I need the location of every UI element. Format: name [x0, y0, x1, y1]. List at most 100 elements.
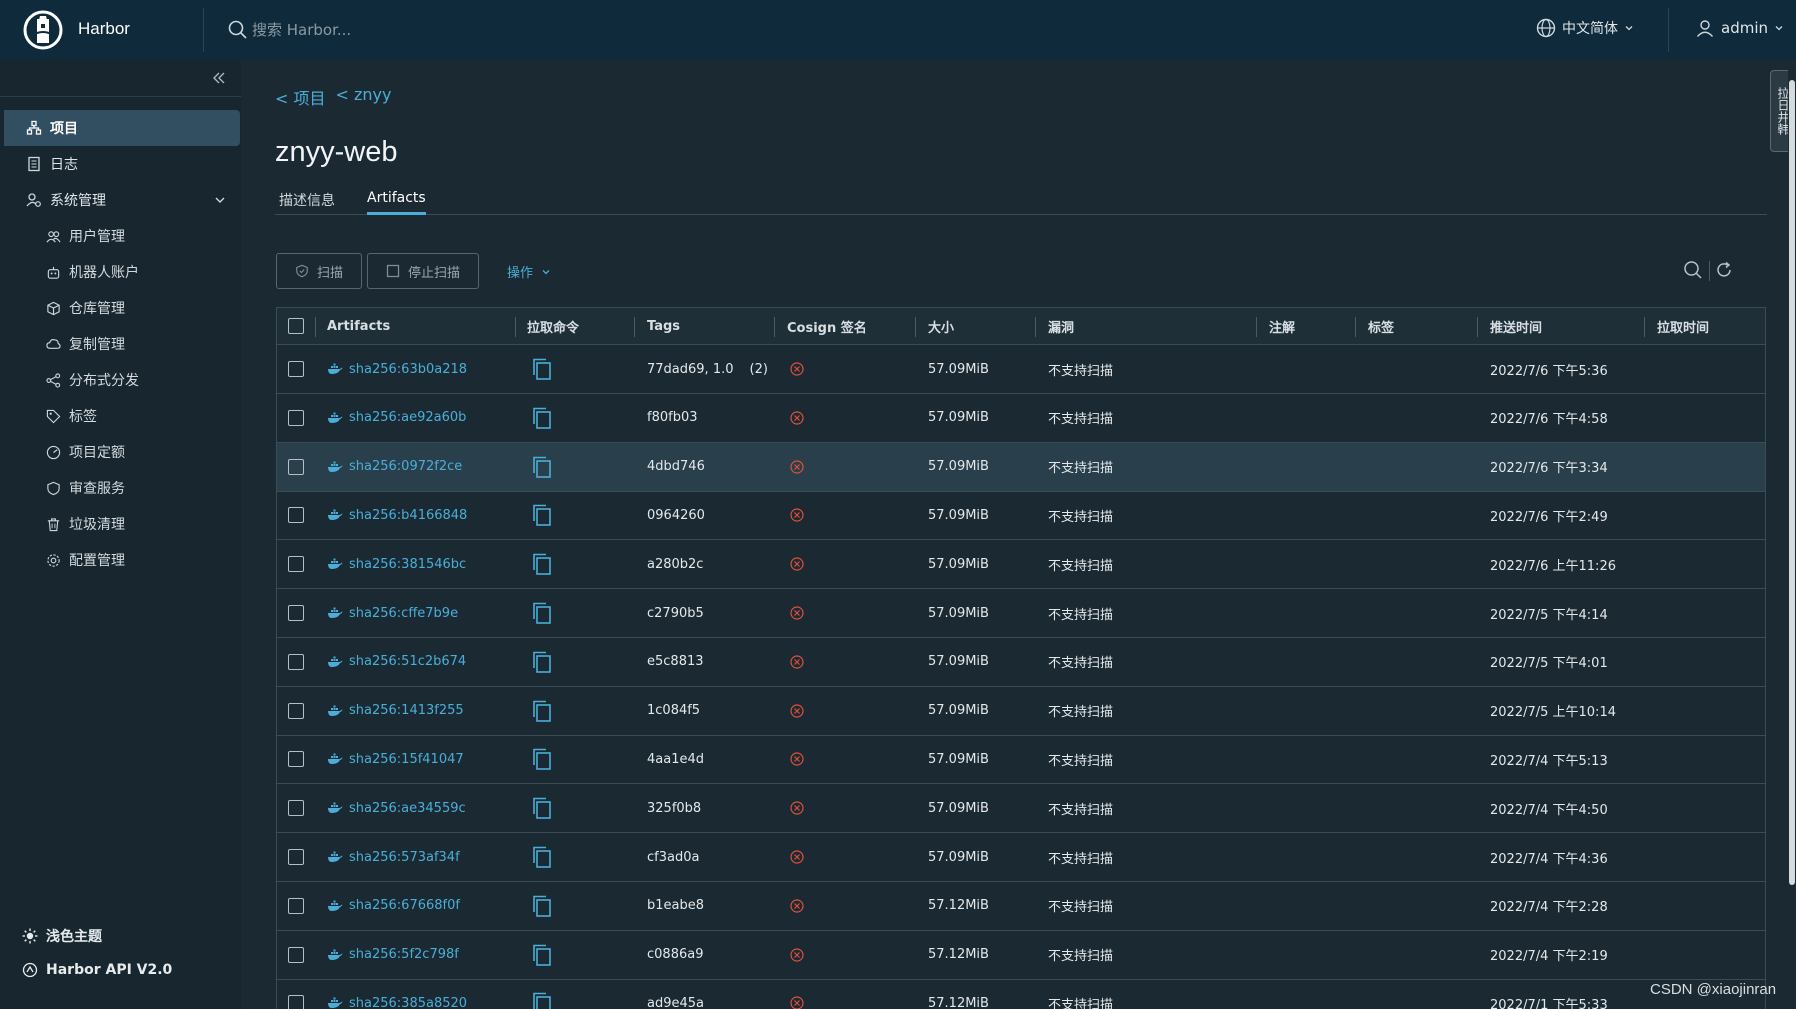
- tags-cell: f80fb03: [647, 394, 714, 442]
- col-pull-time[interactable]: 拉取时间: [1657, 308, 1709, 344]
- table-row[interactable]: sha256:ae34559c 325f0b8 57.09MiB 不支持扫描 2022/…: [277, 784, 1765, 834]
- copy-pull-command-icon[interactable]: [531, 443, 553, 491]
- collapse-sidebar-icon[interactable]: [212, 70, 226, 89]
- col-tags[interactable]: Tags: [647, 308, 680, 344]
- row-checkbox[interactable]: [288, 605, 304, 621]
- copy-pull-command-icon[interactable]: [531, 735, 553, 783]
- table-row[interactable]: sha256:63b0a218 77dad69, 1.0 (2) 57.09MiB 不支…: [277, 345, 1765, 394]
- harbor-api-link[interactable]: Harbor API V2.0: [22, 962, 172, 978]
- table-row[interactable]: sha256:381546bc a280b2c 57.09MiB 不支持扫描 2022/…: [277, 540, 1765, 590]
- copy-pull-command-icon[interactable]: [531, 882, 553, 930]
- table-row[interactable]: sha256:67668f0f b1eabe8 57.12MiB 不支持扫描 2022/…: [277, 882, 1765, 931]
- copy-pull-command-icon[interactable]: [531, 979, 553, 1009]
- artifact-digest-link[interactable]: sha256:ae34559c: [349, 801, 466, 816]
- copy-pull-command-icon[interactable]: [531, 345, 553, 393]
- sidebar-item-replications[interactable]: 复制管理: [4, 326, 240, 362]
- user-menu[interactable]: admin: [1695, 18, 1784, 38]
- sidebar-item-configuration[interactable]: 配置管理: [4, 542, 240, 578]
- artifact-digest-link[interactable]: sha256:381546bc: [349, 557, 466, 572]
- table-row[interactable]: sha256:385a8520 ad9e45a 57.12MiB 不支持扫描 2022/…: [277, 979, 1765, 1009]
- breadcrumb-projects[interactable]: < 项目: [275, 85, 326, 109]
- row-checkbox[interactable]: [288, 458, 304, 475]
- table-row[interactable]: sha256:b4166848 0964260 57.09MiB 不支持扫描 2022/…: [277, 491, 1765, 541]
- row-checkbox[interactable]: [288, 653, 304, 670]
- scan-button[interactable]: 扫描: [276, 253, 363, 289]
- col-vulnerabilities[interactable]: 漏洞: [1048, 308, 1074, 344]
- tab-info[interactable]: 描述信息: [279, 190, 335, 215]
- artifact-digest-link[interactable]: sha256:5f2c798f: [349, 947, 459, 962]
- search-input[interactable]: [252, 21, 552, 39]
- table-row[interactable]: sha256:5f2c798f c0886a9 57.12MiB 不支持扫描 2022/…: [277, 931, 1765, 980]
- scrollbar-thumb[interactable]: [1789, 80, 1795, 885]
- artifact-digest-link[interactable]: sha256:15f41047: [349, 752, 464, 767]
- search-icon[interactable]: [1683, 260, 1703, 280]
- artifact-digest-link[interactable]: sha256:b4166848: [349, 508, 467, 523]
- col-push-time[interactable]: 推送时间: [1490, 308, 1542, 344]
- tag-count[interactable]: (2): [750, 362, 768, 377]
- copy-pull-command-icon[interactable]: [531, 931, 553, 979]
- tab-artifacts[interactable]: Artifacts: [367, 190, 426, 215]
- artifact-digest-link[interactable]: sha256:ae92a60b: [349, 410, 466, 425]
- language-selector[interactable]: 中文简体: [1536, 18, 1634, 38]
- copy-pull-command-icon[interactable]: [531, 687, 553, 735]
- theme-toggle[interactable]: 浅色主题: [22, 926, 102, 946]
- table-row[interactable]: sha256:ae92a60b f80fb03 57.09MiB 不支持扫描 2022/…: [277, 394, 1765, 443]
- row-checkbox[interactable]: [288, 507, 304, 524]
- row-checkbox[interactable]: [288, 361, 304, 377]
- sidebar-item-labels[interactable]: 标签: [4, 398, 240, 434]
- table-row[interactable]: sha256:cffe7b9e c2790b5 57.09MiB 不支持扫描 2022/…: [277, 589, 1765, 638]
- artifact-digest-link[interactable]: sha256:63b0a218: [349, 362, 467, 377]
- copy-pull-command-icon[interactable]: [531, 638, 553, 686]
- actions-dropdown[interactable]: 操作: [507, 262, 551, 281]
- artifact-digest-link[interactable]: sha256:1413f255: [349, 703, 464, 718]
- copy-pull-command-icon[interactable]: [531, 833, 553, 881]
- artifact-cell: sha256:51c2b674: [327, 638, 466, 686]
- sidebar-item-distributions[interactable]: 分布式分发: [4, 362, 240, 398]
- sidebar-item-interrogation-services[interactable]: 审查服务: [4, 470, 240, 506]
- copy-pull-command-icon[interactable]: [531, 491, 553, 539]
- copy-pull-command-icon[interactable]: [531, 784, 553, 832]
- artifact-digest-link[interactable]: sha256:cffe7b9e: [349, 606, 458, 621]
- artifact-digest-link[interactable]: sha256:573af34f: [349, 850, 460, 865]
- row-checkbox[interactable]: [288, 702, 304, 719]
- size-value: 57.12MiB: [928, 947, 989, 963]
- breadcrumb-project-znyy[interactable]: < znyy: [336, 85, 392, 109]
- sidebar-item-projects[interactable]: 项目: [4, 110, 240, 146]
- copy-pull-command-icon[interactable]: [531, 540, 553, 588]
- global-search[interactable]: [228, 18, 552, 42]
- col-artifacts[interactable]: Artifacts: [327, 308, 390, 344]
- sidebar-item-robot-accounts[interactable]: 机器人账户: [4, 254, 240, 290]
- refresh-icon[interactable]: [1714, 260, 1734, 280]
- stop-scan-button[interactable]: 停止扫描: [367, 253, 480, 289]
- select-all-checkbox[interactable]: [288, 318, 304, 334]
- row-checkbox[interactable]: [288, 897, 304, 914]
- row-checkbox[interactable]: [288, 800, 304, 817]
- table-row[interactable]: sha256:15f41047 4aa1e4d 57.09MiB 不支持扫描 2022/…: [277, 735, 1765, 785]
- row-checkbox[interactable]: [288, 995, 304, 1009]
- sidebar-item-garbage-collection[interactable]: 垃圾清理: [4, 506, 240, 542]
- sidebar-item-users[interactable]: 用户管理: [4, 218, 240, 254]
- col-size[interactable]: 大小: [928, 308, 954, 344]
- sidebar-item-logs[interactable]: 日志: [4, 146, 240, 182]
- row-checkbox[interactable]: [288, 751, 304, 768]
- sidebar-item-system-admin[interactable]: 系统管理: [4, 182, 240, 218]
- artifact-digest-link[interactable]: sha256:51c2b674: [349, 654, 466, 669]
- table-row[interactable]: sha256:51c2b674 e5c8813 57.09MiB 不支持扫描 2022/…: [277, 638, 1765, 687]
- sidebar-item-project-quotas[interactable]: 项目定额: [4, 434, 240, 470]
- row-checkbox[interactable]: [288, 409, 304, 426]
- copy-pull-command-icon[interactable]: [531, 394, 553, 442]
- artifact-digest-link[interactable]: sha256:385a8520: [349, 996, 467, 1009]
- sidebar-item-registries[interactable]: 仓库管理: [4, 290, 240, 326]
- app-title[interactable]: Harbor: [78, 19, 130, 39]
- artifact-digest-link[interactable]: sha256:67668f0f: [349, 898, 460, 913]
- table-row[interactable]: sha256:1413f255 1c084f5 57.09MiB 不支持扫描 2022/…: [277, 687, 1765, 736]
- copy-pull-command-icon[interactable]: [531, 589, 553, 637]
- harbor-logo-icon[interactable]: [23, 10, 63, 50]
- push-time-value: 2022/7/6 下午5:36: [1490, 363, 1608, 379]
- row-checkbox[interactable]: [288, 849, 304, 865]
- artifact-digest-link[interactable]: sha256:0972f2ce: [349, 459, 462, 474]
- row-checkbox[interactable]: [288, 946, 304, 963]
- row-checkbox[interactable]: [288, 556, 304, 573]
- table-row[interactable]: sha256:573af34f cf3ad0a 57.09MiB 不支持扫描 2022/…: [277, 833, 1765, 882]
- table-row[interactable]: sha256:0972f2ce 4dbd746 57.09MiB 不支持扫描 2022/…: [277, 442, 1765, 492]
